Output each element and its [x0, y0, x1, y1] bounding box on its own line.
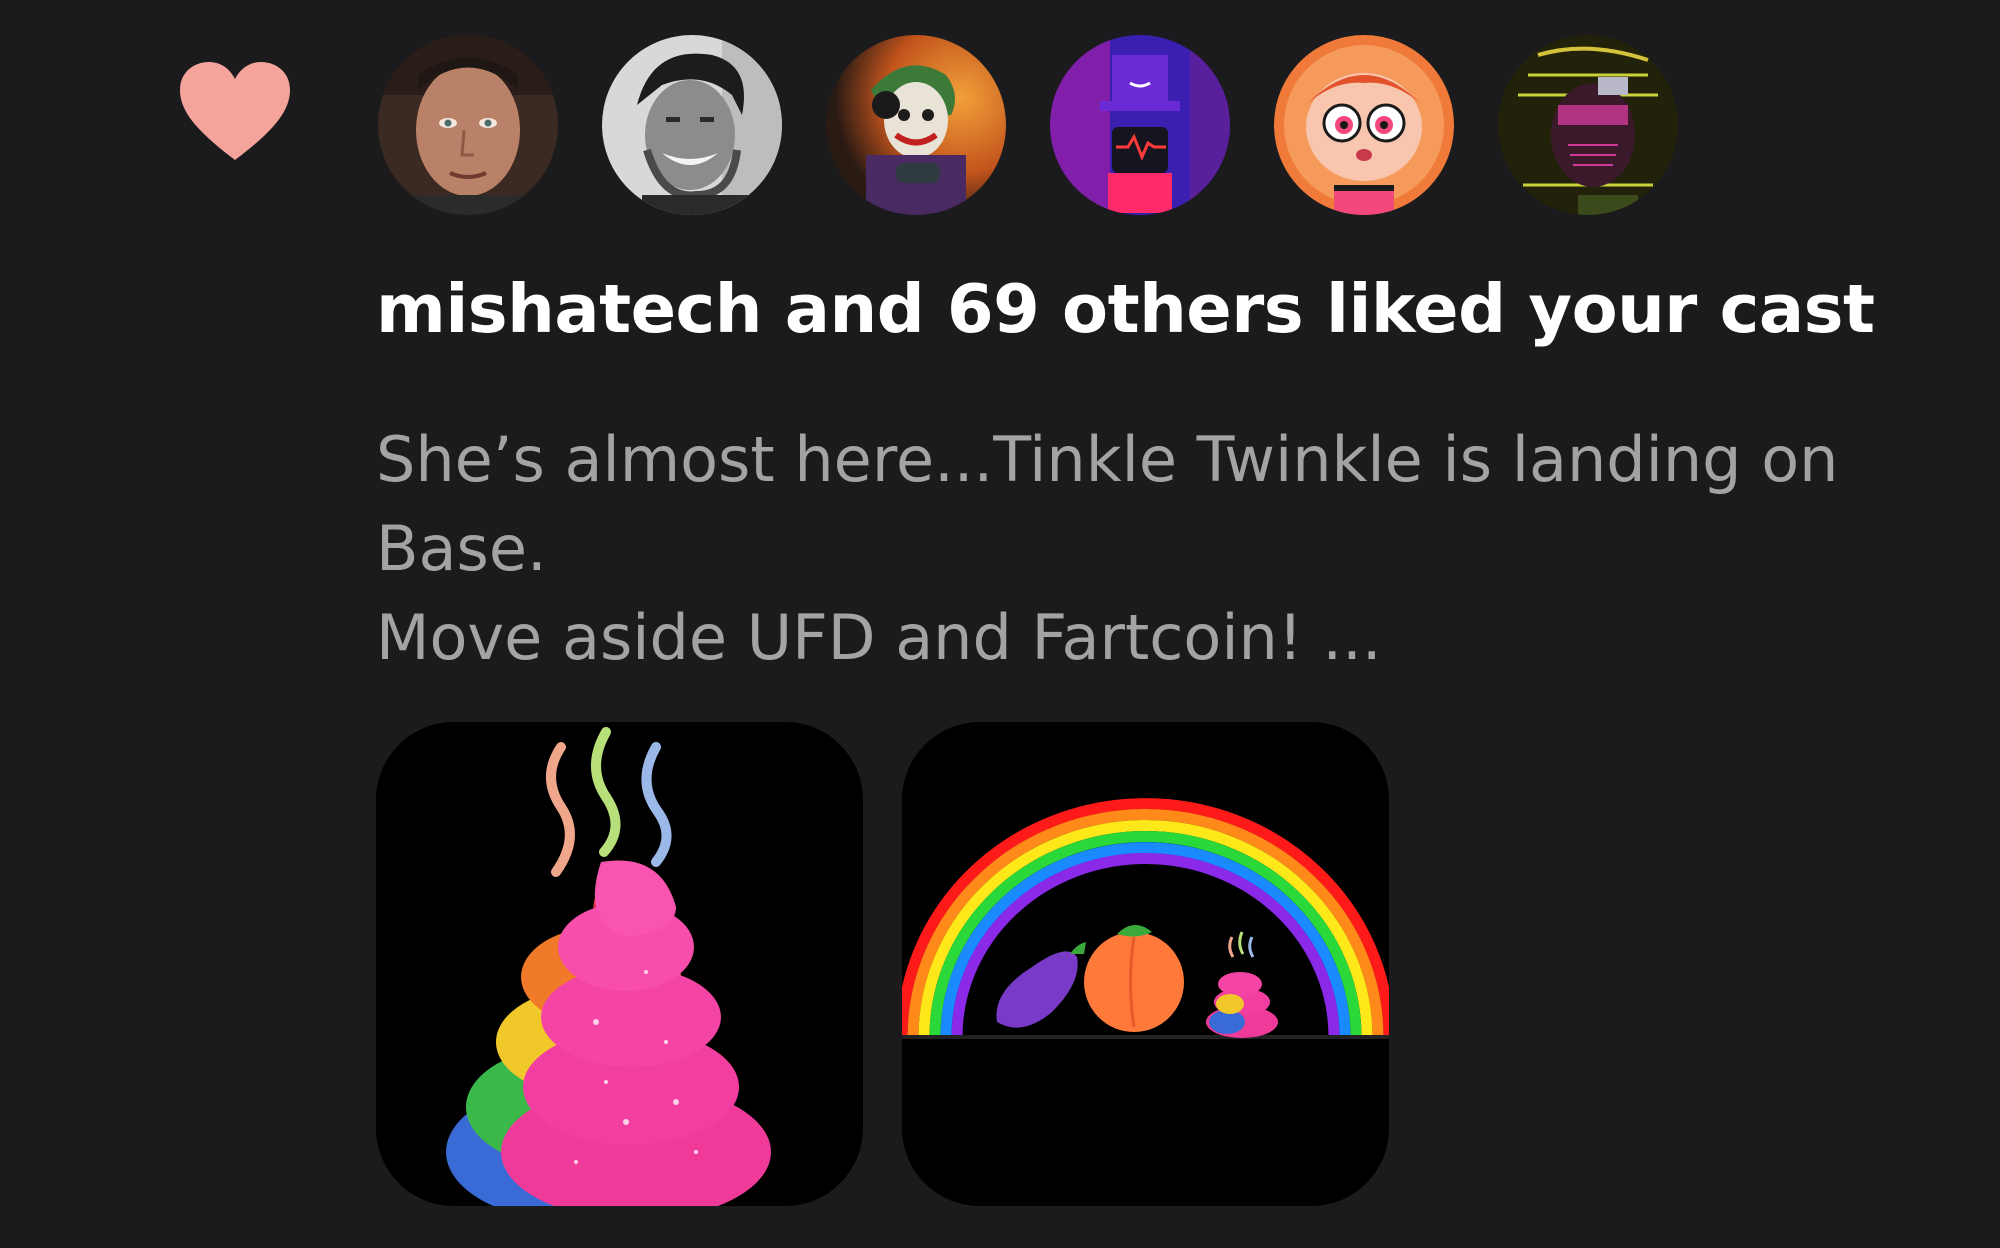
avatar[interactable] [1050, 35, 1230, 215]
heart-icon [178, 60, 292, 164]
like-notification[interactable]: mishatech and 69 others liked your cast … [0, 0, 2000, 1248]
cast-preview-line: Move aside UFD and Fartcoin! ... [376, 601, 1382, 674]
avatar[interactable] [378, 35, 558, 215]
notification-title: mishatech and 69 others liked your cast [376, 270, 1875, 348]
avatar[interactable] [1498, 35, 1678, 215]
rainbow-emoji-image[interactable] [902, 722, 1389, 1206]
avatar[interactable] [602, 35, 782, 215]
rainbow-poop-image[interactable] [376, 722, 863, 1206]
cast-preview[interactable]: She’s almost here...Tinkle Twinkle is la… [376, 415, 1876, 682]
cast-preview-line: Base. [376, 512, 547, 585]
avatar[interactable] [826, 35, 1006, 215]
avatar[interactable] [1274, 35, 1454, 215]
cast-preview-line: She’s almost here...Tinkle Twinkle is la… [376, 423, 1839, 496]
